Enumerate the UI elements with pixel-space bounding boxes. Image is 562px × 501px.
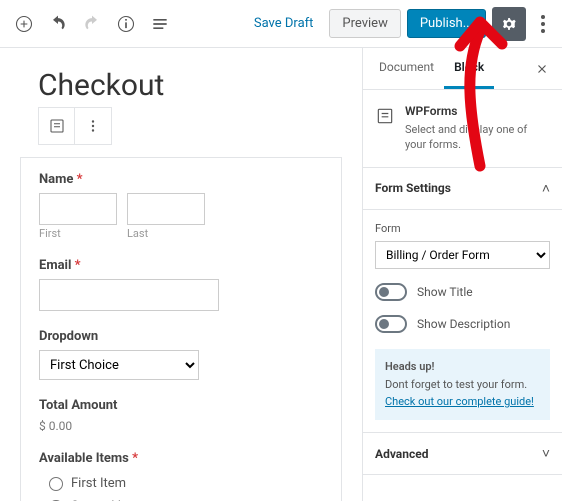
- sidebar-tabs: Document Block: [363, 48, 562, 90]
- block-icon-button[interactable]: [39, 108, 75, 144]
- last-sublabel: Last: [127, 227, 205, 240]
- block-info-description: Select and display one of your forms.: [405, 122, 550, 153]
- list-icon: [150, 14, 170, 34]
- radio-item-1[interactable]: First Item: [39, 472, 323, 495]
- total-amount-label: Total Amount: [39, 398, 323, 413]
- name-field: Name * First Last: [39, 172, 323, 240]
- kebab-icon: [84, 117, 102, 135]
- total-amount-field: Total Amount $ 0.00: [39, 398, 323, 433]
- block-more-button[interactable]: [75, 108, 111, 144]
- chevron-down-icon: ˅: [542, 445, 550, 462]
- show-description-label: Show Description: [417, 317, 510, 331]
- form-settings-panel-header[interactable]: Form Settings ˄: [363, 168, 562, 210]
- close-icon: [535, 62, 549, 76]
- email-field: Email *: [39, 258, 323, 311]
- block-info-title: WPForms: [405, 104, 550, 118]
- first-sublabel: First: [39, 227, 117, 240]
- preview-button[interactable]: Preview: [329, 9, 400, 38]
- required-asterisk: *: [75, 258, 81, 273]
- form-settings-panel-body: Form Billing / Order Form Show Title Sho…: [363, 210, 562, 434]
- show-description-toggle-row: Show Description: [375, 315, 550, 333]
- close-sidebar-button[interactable]: [528, 55, 556, 83]
- redo-button[interactable]: [76, 8, 108, 40]
- dropdown-select[interactable]: First Choice: [39, 350, 199, 380]
- form-block-icon: [48, 117, 66, 135]
- settings-button[interactable]: [492, 7, 526, 41]
- page-title[interactable]: Checkout: [20, 68, 342, 103]
- notice-guide-link[interactable]: Check out our complete guide!: [385, 395, 534, 408]
- dropdown-field: Dropdown First Choice: [39, 329, 323, 380]
- block-info-card: WPForms Select and display one of your f…: [363, 90, 562, 168]
- required-asterisk: *: [132, 451, 138, 466]
- outline-button[interactable]: [144, 8, 176, 40]
- plus-circle-icon: [14, 14, 34, 34]
- form-select[interactable]: Billing / Order Form: [375, 241, 550, 269]
- advanced-title: Advanced: [375, 447, 428, 461]
- tab-block[interactable]: Block: [444, 48, 494, 89]
- gear-icon: [500, 15, 518, 33]
- undo-button[interactable]: [42, 8, 74, 40]
- publish-button[interactable]: Publish...: [407, 9, 486, 38]
- save-draft-button[interactable]: Save Draft: [244, 10, 324, 37]
- redo-icon: [82, 14, 102, 34]
- name-label: Name *: [39, 172, 323, 187]
- dropdown-label: Dropdown: [39, 329, 323, 344]
- add-block-button[interactable]: [8, 8, 40, 40]
- form-settings-title: Form Settings: [375, 181, 451, 195]
- info-button[interactable]: [110, 8, 142, 40]
- available-items-field: Available Items * First Item Second Item…: [39, 451, 323, 501]
- show-title-label: Show Title: [417, 285, 473, 299]
- show-description-toggle[interactable]: [375, 315, 407, 333]
- undo-icon: [48, 14, 68, 34]
- radio-item-2[interactable]: Second Item: [39, 495, 323, 501]
- tab-document[interactable]: Document: [369, 48, 444, 89]
- wpforms-icon: [375, 106, 395, 126]
- form-select-label: Form: [375, 222, 550, 235]
- notice-text: Dont forget to test your form.: [385, 378, 527, 391]
- required-asterisk: *: [77, 172, 83, 187]
- settings-sidebar: Document Block WPForms Select and displa…: [362, 48, 562, 501]
- more-menu-button[interactable]: [532, 9, 554, 39]
- first-name-input[interactable]: [39, 193, 117, 225]
- wpforms-block[interactable]: Name * First Last Email * Dropdow: [20, 157, 342, 501]
- last-name-input[interactable]: [127, 193, 205, 225]
- notice-title: Heads up!: [385, 359, 540, 376]
- info-icon: [116, 14, 136, 34]
- show-title-toggle[interactable]: [375, 283, 407, 301]
- editor-canvas: Checkout Name * First Last: [0, 48, 362, 501]
- heads-up-notice: Heads up! Dont forget to test your form.…: [375, 349, 550, 421]
- email-input[interactable]: [39, 279, 219, 311]
- chevron-up-icon: ˄: [542, 180, 550, 197]
- advanced-panel-header[interactable]: Advanced ˅: [363, 433, 562, 475]
- top-toolbar: Save Draft Preview Publish...: [0, 0, 562, 48]
- total-amount-value: $ 0.00: [39, 419, 323, 433]
- email-label: Email *: [39, 258, 323, 273]
- show-title-toggle-row: Show Title: [375, 283, 550, 301]
- block-toolbar: [38, 107, 112, 145]
- available-items-label: Available Items *: [39, 451, 323, 466]
